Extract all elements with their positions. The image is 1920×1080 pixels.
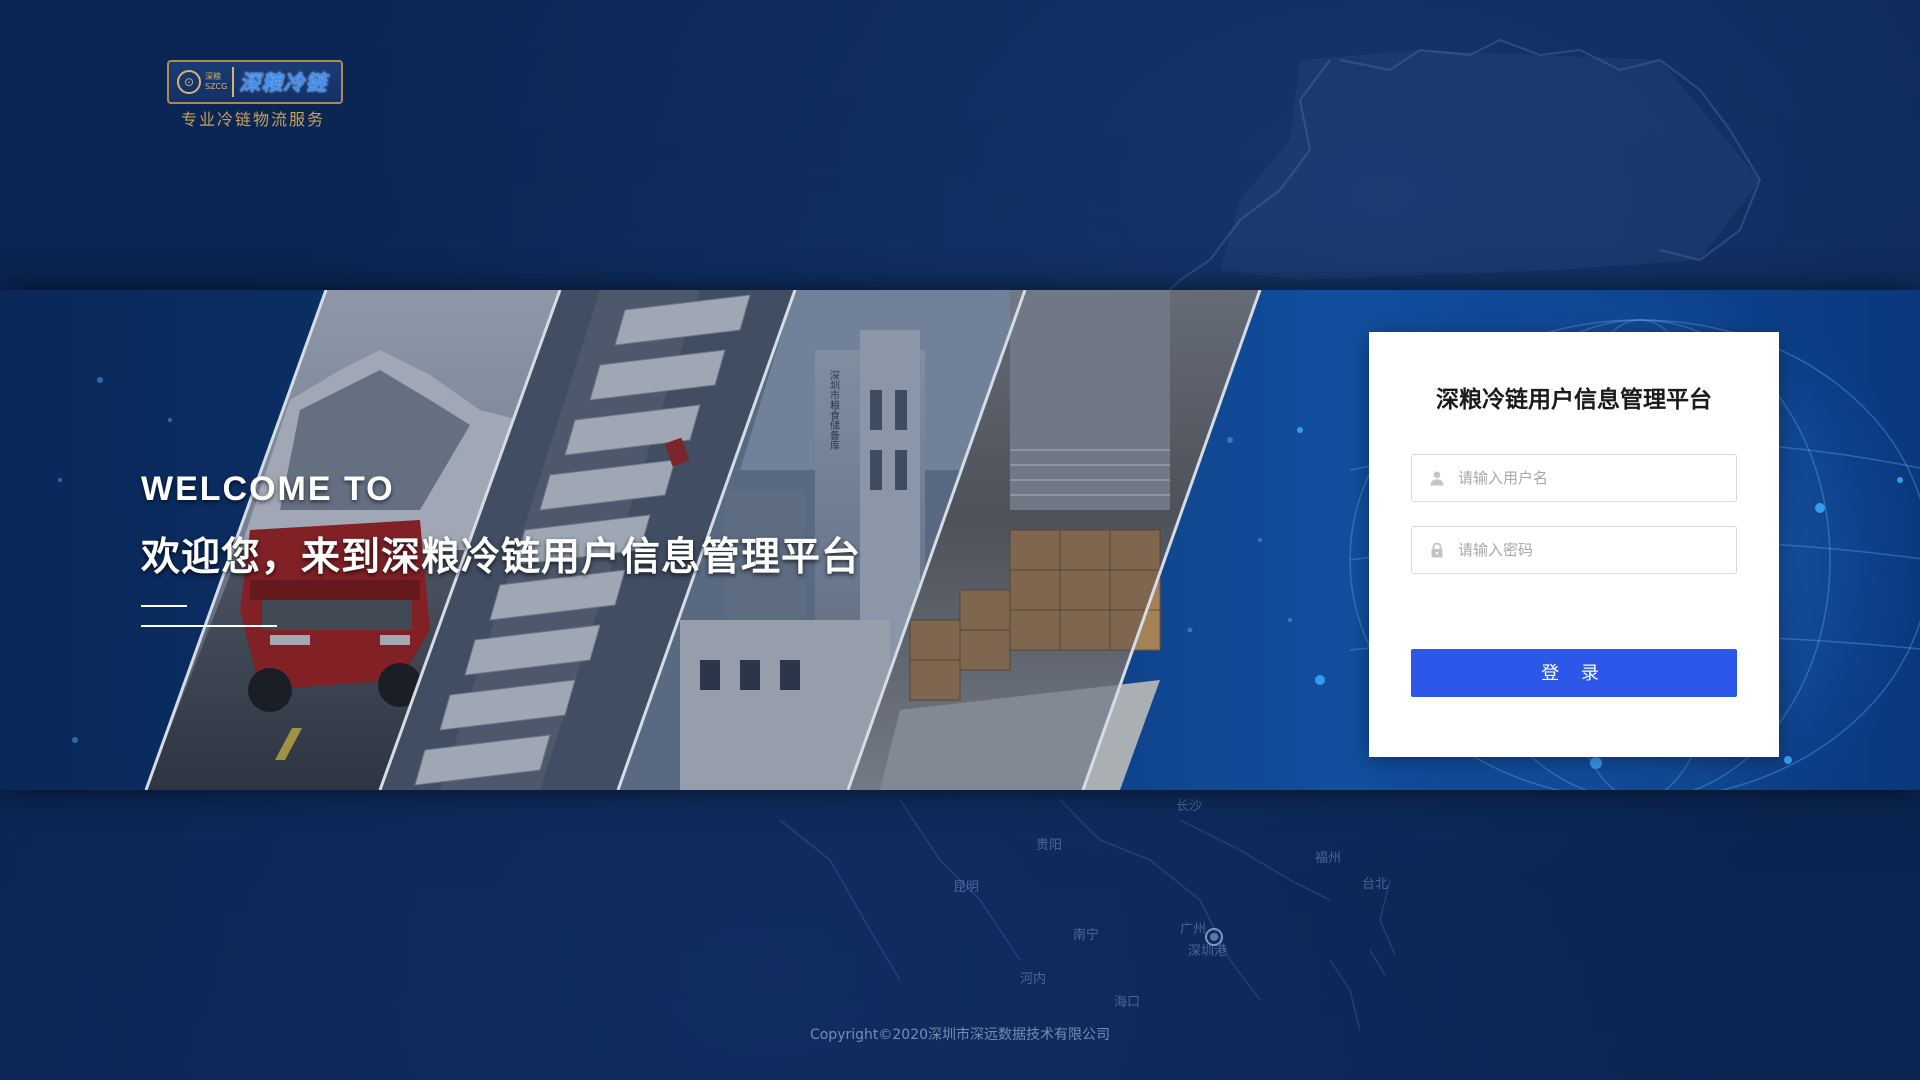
welcome-heading-en: WELCOME TO: [141, 470, 395, 508]
welcome-heading-cn: 欢迎您，来到深粮冷链用户信息管理平台: [141, 535, 862, 580]
grain-emblem-icon: ⊙: [177, 70, 201, 94]
logo-main-text: 深粮冷链: [239, 71, 328, 95]
decorative-line-long: [141, 625, 277, 627]
map-label: 南宁: [1073, 928, 1100, 943]
map-label: 深圳港: [1188, 944, 1228, 959]
username-input[interactable]: [1458, 455, 1728, 501]
map-label: 台北: [1362, 877, 1389, 892]
logo-small-text: 深粮 SZCG: [205, 72, 227, 92]
login-title: 深粮冷链用户信息管理平台: [1436, 387, 1712, 413]
map-label: 昆明: [953, 880, 980, 895]
user-icon: [1430, 471, 1444, 486]
logo-tagline: 专业冷链物流服务: [181, 110, 326, 129]
login-button[interactable]: 登 录: [1411, 649, 1737, 697]
logo-small-en: SZCG: [205, 82, 228, 91]
logo-small-cn: 深粮: [205, 72, 221, 81]
username-field[interactable]: [1411, 454, 1737, 502]
map-label: 海口: [1114, 995, 1141, 1010]
logo-separator: [232, 67, 235, 97]
copyright-footer: Copyright©2020深圳市深远数据技术有限公司: [809, 1027, 1111, 1043]
decorative-line-short: [141, 605, 187, 607]
map-label: 广州: [1180, 922, 1207, 937]
logo-badge: ⊙ 深粮 SZCG 深粮冷链: [167, 60, 343, 104]
map-label: 河内: [1020, 972, 1047, 987]
map-label: 贵阳: [1036, 838, 1063, 853]
login-page: 长沙 贵阳 昆明 福州 台北 南宁 广州 深圳港 河内 海口 ⊙ 深粮 SZCG…: [0, 0, 1920, 1080]
lock-icon: [1431, 542, 1443, 558]
password-input[interactable]: [1458, 527, 1728, 573]
login-form-card: 深粮冷链用户信息管理平台 登 录: [1369, 332, 1779, 757]
password-field[interactable]: [1411, 526, 1737, 574]
map-label: 长沙: [1176, 799, 1203, 814]
company-logo[interactable]: ⊙ 深粮 SZCG 深粮冷链 专业冷链物流服务: [167, 60, 347, 129]
map-label: 福州: [1315, 851, 1342, 866]
